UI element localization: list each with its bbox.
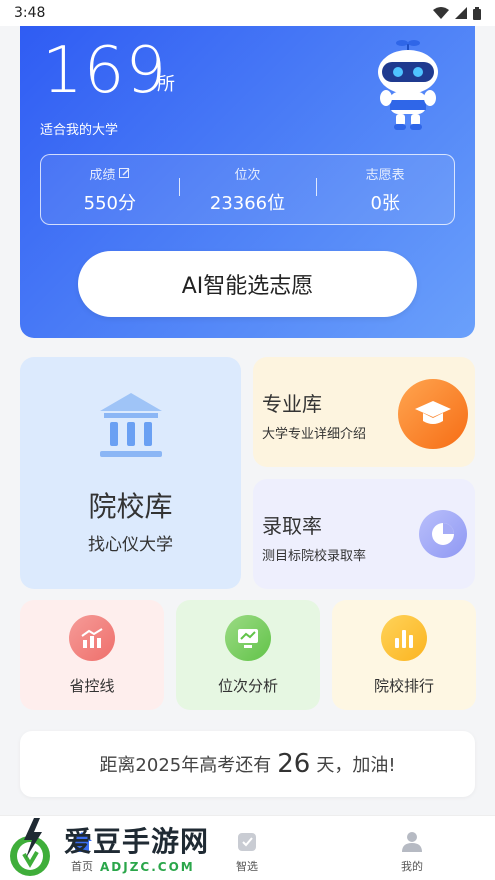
- hero-subtitle: 适合我的大学: [40, 123, 119, 138]
- countdown-suffix: 天，加油!: [316, 755, 396, 776]
- countdown-days: 26: [277, 749, 311, 779]
- site-watermark: 爱豆手游网 ADJZC.COM: [6, 818, 256, 880]
- admission-rate-subtitle: 测目标院校录取率: [262, 549, 367, 564]
- university-ranking-label: 院校排行: [373, 677, 434, 695]
- bank-icon: [100, 393, 162, 457]
- wifi-icon: [433, 7, 449, 19]
- count-unit: 所: [157, 74, 175, 95]
- stat-forms-value: 0张: [370, 193, 400, 214]
- stat-rank-value: 23366位: [209, 193, 286, 214]
- admission-rate-title: 录取率: [262, 514, 322, 538]
- major-database-subtitle: 大学专业详细介绍: [262, 427, 367, 442]
- province-control-line-label: 省控线: [69, 677, 115, 695]
- stats-panel: 成绩 550分 位次 23366位 志愿表 0张: [40, 154, 455, 225]
- battery-icon: [473, 6, 481, 20]
- bar-chart-icon: [381, 615, 427, 661]
- robot-mascot-icon: [378, 40, 438, 130]
- status-bar: 3:48: [0, 0, 495, 26]
- monitor-chart-icon: [225, 615, 271, 661]
- major-database-title: 专业库: [262, 392, 322, 416]
- signal-icon: [455, 7, 467, 19]
- stat-forms-label: 志愿表: [365, 168, 405, 183]
- stat-score-label: 成绩: [89, 168, 116, 183]
- tab-profile-label: 我的: [401, 860, 423, 873]
- rank-analysis-card[interactable]: 位次分析: [176, 600, 320, 710]
- status-time: 3:48: [14, 5, 46, 21]
- matching-university-count: 169: [42, 34, 168, 108]
- university-ranking-card[interactable]: 院校排行: [332, 600, 476, 710]
- watermark-title: 爱豆手游网: [64, 825, 210, 858]
- status-icons: [433, 6, 481, 20]
- school-database-subtitle: 找心仪大学: [88, 535, 173, 555]
- stat-application-forms[interactable]: 志愿表 0张: [316, 164, 454, 215]
- tab-profile[interactable]: 我的: [362, 816, 462, 880]
- exam-countdown-banner: 距离2025年高考还有 26 天，加油!: [20, 731, 475, 797]
- province-control-line-card[interactable]: 省控线: [20, 600, 164, 710]
- watermark-url: ADJZC.COM: [100, 860, 195, 874]
- graduation-cap-icon: [398, 379, 468, 449]
- school-database-title: 院校库: [88, 490, 173, 523]
- countdown-prefix: 距离2025年高考还有: [99, 755, 272, 776]
- stat-score-value: 550分: [83, 193, 137, 214]
- stat-rank-label: 位次: [234, 168, 261, 183]
- major-database-card[interactable]: 专业库 大学专业详细介绍: [253, 357, 475, 467]
- pie-chart-icon: [419, 510, 467, 558]
- stat-rank: 位次 23366位: [178, 164, 317, 215]
- hero-card: 169 所 适合我的大学 成绩 550分 位次 23366位 志愿表 0张 AI…: [20, 26, 475, 338]
- stat-score[interactable]: 成绩 550分: [41, 164, 179, 215]
- watermark-logo-icon: [10, 818, 50, 876]
- rank-analysis-label: 位次分析: [217, 677, 278, 695]
- ai-smart-select-button[interactable]: AI智能选志愿: [78, 251, 417, 317]
- admission-rate-card[interactable]: 录取率 测目标院校录取率: [253, 479, 475, 589]
- person-icon: [402, 832, 422, 852]
- chart-up-icon: [69, 615, 115, 661]
- edit-icon[interactable]: [119, 168, 130, 179]
- school-database-card[interactable]: 院校库 找心仪大学: [20, 357, 241, 589]
